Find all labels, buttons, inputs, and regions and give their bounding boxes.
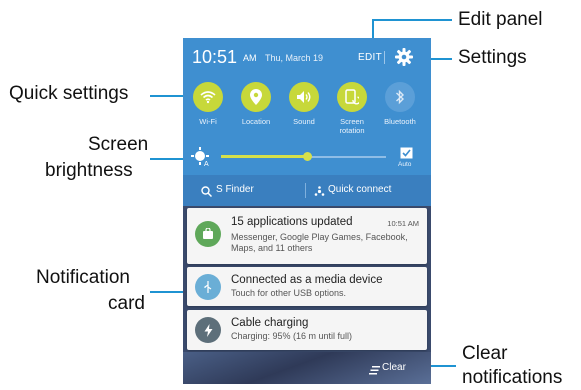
wifi-label: Wi-Fi: [199, 117, 217, 126]
notification-title: 15 applications updated: [231, 216, 353, 228]
clock-ampm: AM: [243, 53, 257, 63]
notification-card-apps-updated[interactable]: 15 applications updated 10:51 AM Messeng…: [187, 208, 427, 264]
quick-setting-screen-rotation[interactable]: Screen rotation: [328, 82, 376, 135]
brightness-slider-fill: [221, 155, 307, 158]
clear-notifications-callout-2: notifications: [462, 367, 563, 388]
edit-separator: [384, 51, 385, 64]
notification-card-charging[interactable]: Cable charging Charging: 95% (16 m until…: [187, 310, 427, 350]
svg-text:A: A: [204, 161, 209, 168]
notification-card-callout-1: Notification: [36, 267, 130, 288]
notification-panel: 10:51 AM Thu, March 19 EDIT Wi-Fi Locati…: [183, 38, 431, 198]
quick-connect-button[interactable]: Quick connect: [328, 184, 391, 195]
clear-all-icon: [369, 362, 380, 380]
bluetooth-label: Bluetooth: [384, 117, 416, 126]
notification-card-callout-2: card: [108, 293, 145, 314]
phone-screen: 10:51 AM Thu, March 19 EDIT Wi-Fi Locati…: [183, 38, 431, 384]
notification-body: Messenger, Google Play Games, Facebook, …: [231, 232, 408, 253]
notification-title: Connected as a media device: [231, 274, 383, 286]
clear-leader-line: [430, 365, 456, 367]
notification-body: Charging: 95% (16 m until full): [231, 331, 353, 341]
charging-icon: [195, 317, 221, 343]
notification-body: Touch for other USB options.: [231, 288, 347, 298]
settings-gear-icon[interactable]: [391, 45, 417, 69]
auto-brightness-checkbox[interactable]: [400, 146, 413, 159]
usb-icon: [195, 274, 221, 300]
brightness-leader-line: [150, 158, 186, 160]
quick-settings-callout: Quick settings: [9, 83, 129, 104]
search-icon: [201, 184, 213, 202]
bluetooth-icon: [385, 82, 415, 112]
auto-brightness-label: Auto: [398, 161, 412, 168]
edit-panel-callout: Edit panel: [458, 9, 543, 30]
settings-callout: Settings: [458, 47, 527, 68]
sound-icon: [289, 82, 319, 112]
clock-time: 10:51: [192, 47, 238, 67]
s-finder-button[interactable]: S Finder: [216, 184, 254, 195]
finder-bar: S Finder Quick connect: [183, 175, 431, 206]
clear-notifications-callout-1: Clear: [462, 343, 508, 364]
notification-time: 10:51 AM: [387, 219, 419, 228]
clear-notifications-button[interactable]: Clear: [382, 362, 406, 373]
notification-card-usb[interactable]: Connected as a media device Touch for ot…: [187, 267, 427, 306]
brightness-icon: A: [191, 146, 213, 168]
screen-rotation-label: Screen rotation: [339, 117, 365, 135]
sound-label: Sound: [293, 117, 315, 126]
quick-setting-location[interactable]: Location: [232, 82, 280, 126]
notification-card-leader-line: [150, 291, 186, 293]
location-label: Location: [241, 117, 271, 126]
store-icon: [195, 221, 221, 247]
edit-panel-leader-line: [372, 19, 452, 21]
edit-button[interactable]: EDIT: [358, 52, 382, 63]
screen-rotation-icon: [337, 82, 367, 112]
brightness-callout-2: brightness: [45, 160, 133, 181]
clock-date: Thu, March 19: [265, 53, 324, 63]
brightness-callout-1: Screen: [88, 134, 149, 155]
brightness-slider-knob[interactable]: [303, 152, 312, 161]
location-icon: [241, 82, 271, 112]
notification-title: Cable charging: [231, 317, 309, 329]
quick-settings-leader-line: [150, 95, 186, 97]
quick-setting-bluetooth[interactable]: Bluetooth: [376, 82, 424, 126]
quick-setting-wifi[interactable]: Wi-Fi: [184, 82, 232, 126]
quick-setting-sound[interactable]: Sound: [280, 82, 328, 126]
finder-separator: [305, 183, 306, 198]
wifi-icon: [193, 82, 223, 112]
quick-connect-icon: [314, 184, 325, 202]
